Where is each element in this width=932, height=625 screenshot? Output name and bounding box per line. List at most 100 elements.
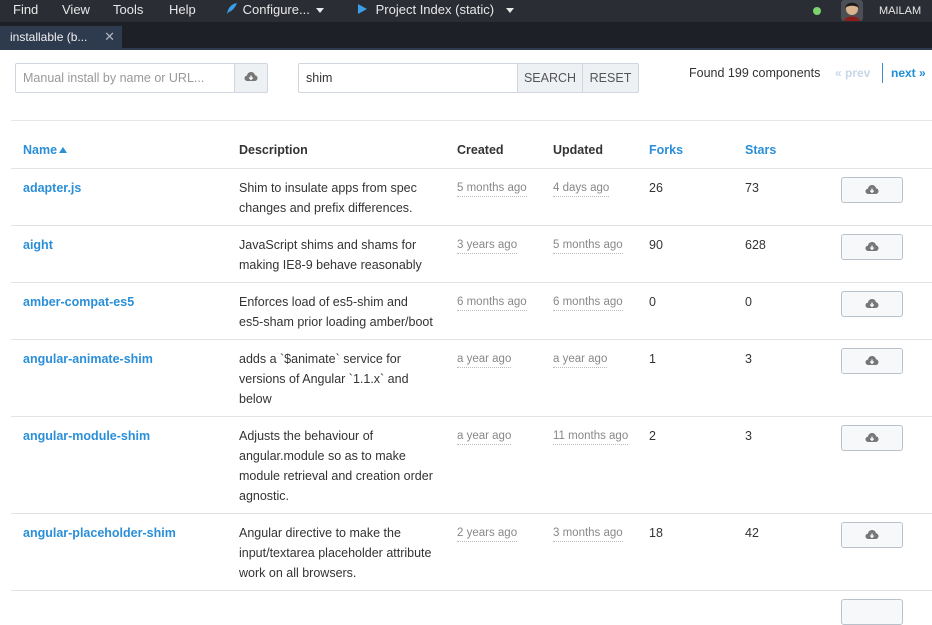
stars-count: 628 (745, 238, 766, 252)
description-line: changes and prefix differences. (239, 201, 413, 215)
table-row: amber-compat-es5 Enforces load of es5-shi… (11, 282, 932, 340)
updated-time: 11 months ago (553, 429, 629, 445)
component-name-link[interactable]: amber-compat-es5 (23, 292, 134, 312)
menu-help[interactable]: Help (169, 1, 196, 19)
col-stars[interactable]: Stars (745, 143, 776, 157)
feather-icon (227, 3, 237, 14)
tab-underline (0, 48, 932, 50)
status-dot (813, 7, 821, 15)
description-line: adds a `$animate` service for (239, 352, 401, 366)
col-forks[interactable]: Forks (649, 143, 683, 157)
project-label: Project Index (static) (375, 2, 495, 17)
install-component-button[interactable] (841, 177, 903, 203)
component-name-link[interactable]: angular-placeholder-shim (23, 523, 176, 543)
next-link[interactable]: next » (891, 66, 926, 80)
install-component-button[interactable] (841, 234, 903, 260)
updated-time: 5 months ago (553, 238, 623, 254)
updated-time: 4 days ago (553, 181, 610, 197)
stars-count: 0 (745, 295, 752, 309)
component-name-link[interactable]: angular-module-shim (23, 426, 150, 446)
tab-bar: installable (b... ✕ (0, 22, 932, 50)
description-line: agnostic. (239, 489, 290, 503)
description-line: angular.module so as to make (239, 449, 406, 463)
table-row (11, 590, 932, 625)
cloud-download-icon (865, 356, 879, 365)
configure-menu[interactable]: Configure... (225, 1, 324, 19)
col-updated: Updated (553, 143, 603, 157)
install-component-button[interactable] (841, 291, 903, 317)
search-button[interactable]: SEARCH (517, 63, 583, 93)
chevron-down-icon (506, 8, 515, 14)
stars-count: 42 (745, 526, 759, 540)
updated-time: a year ago (553, 352, 608, 368)
description-line: module retrieval and creation order (239, 469, 433, 483)
created-time: 2 years ago (457, 526, 518, 542)
user-name[interactable]: MAILAM (879, 2, 921, 20)
description-line: JavaScript shims and shams for (239, 238, 417, 252)
updated-time: 6 months ago (553, 295, 623, 311)
install-component-button[interactable] (841, 522, 903, 548)
updated-time: 3 months ago (553, 526, 623, 542)
close-icon[interactable]: ✕ (104, 26, 115, 48)
install-component-button[interactable] (841, 425, 903, 451)
divider (11, 120, 932, 121)
install-button[interactable] (234, 63, 268, 93)
forks-count: 18 (649, 526, 663, 540)
menu-tools[interactable]: Tools (113, 1, 143, 19)
stars-count: 3 (745, 429, 752, 443)
component-name-link[interactable]: aight (23, 235, 53, 255)
results-count: Found 199 components (689, 66, 821, 80)
component-description: Shim to insulate apps from spec changes a… (239, 178, 449, 218)
cloud-download-icon (244, 72, 258, 81)
prev-link[interactable]: « prev (835, 66, 870, 80)
manual-install-input[interactable]: Manual install by name or URL... (15, 63, 235, 93)
install-component-button[interactable] (841, 348, 903, 374)
description-line: making IE8-9 behave reasonably (239, 258, 422, 272)
avatar[interactable] (841, 0, 863, 21)
project-menu[interactable]: Project Index (static) (356, 1, 515, 19)
created-time: a year ago (457, 429, 512, 445)
menu-find[interactable]: Find (13, 1, 38, 19)
component-name-link[interactable]: adapter.js (23, 178, 81, 198)
description-line: work on all browsers. (239, 566, 357, 580)
description-line: below (239, 392, 272, 406)
component-name-link[interactable]: angular-animate-shim (23, 349, 153, 369)
description-line: Shim to insulate apps from spec (239, 181, 417, 195)
description-line: Adjusts the behaviour of (239, 429, 374, 443)
cloud-download-icon (865, 185, 879, 194)
component-description: adds a `$animate` service for versions of… (239, 349, 449, 409)
pagination-divider (882, 63, 883, 83)
table-row: adapter.js Shim to insulate apps from spe… (11, 168, 932, 226)
chevron-down-icon (315, 8, 324, 14)
col-name[interactable]: Name (23, 143, 68, 157)
cloud-download-icon (865, 242, 879, 251)
created-time: 6 months ago (457, 295, 527, 311)
reset-button[interactable]: RESET (582, 63, 639, 93)
forks-count: 26 (649, 181, 663, 195)
configure-label: Configure... (242, 2, 310, 17)
component-description: Enforces load of es5-shim and es5-sham pr… (239, 292, 449, 332)
cloud-download-icon (865, 299, 879, 308)
stars-count: 73 (745, 181, 759, 195)
created-time: 3 years ago (457, 238, 518, 254)
created-time: 5 months ago (457, 181, 527, 197)
description-line: Enforces load of es5-shim and (239, 295, 408, 309)
menu-view[interactable]: View (62, 1, 90, 19)
tab-installable[interactable]: installable (b... ✕ (0, 26, 122, 50)
component-description: Adjusts the behaviour of angular.module s… (239, 426, 449, 506)
cloud-download-icon (865, 530, 879, 539)
forks-count: 0 (649, 295, 656, 309)
description-line: input/textarea placeholder attribute (239, 546, 432, 560)
component-description: JavaScript shims and shams for making IE8… (239, 235, 449, 275)
col-name-label: Name (23, 143, 58, 157)
description-line: Angular directive to make the (239, 526, 401, 540)
col-created: Created (457, 143, 504, 157)
stars-count: 3 (745, 352, 752, 366)
table-row: angular-placeholder-shim Angular directiv… (11, 513, 932, 591)
created-time: a year ago (457, 352, 512, 368)
forks-count: 2 (649, 429, 656, 443)
table-row: aight JavaScript shims and shams for makin… (11, 225, 932, 283)
component-description: Angular directive to make the input/texta… (239, 523, 449, 583)
search-input[interactable]: shim (298, 63, 518, 93)
forks-count: 1 (649, 352, 656, 366)
